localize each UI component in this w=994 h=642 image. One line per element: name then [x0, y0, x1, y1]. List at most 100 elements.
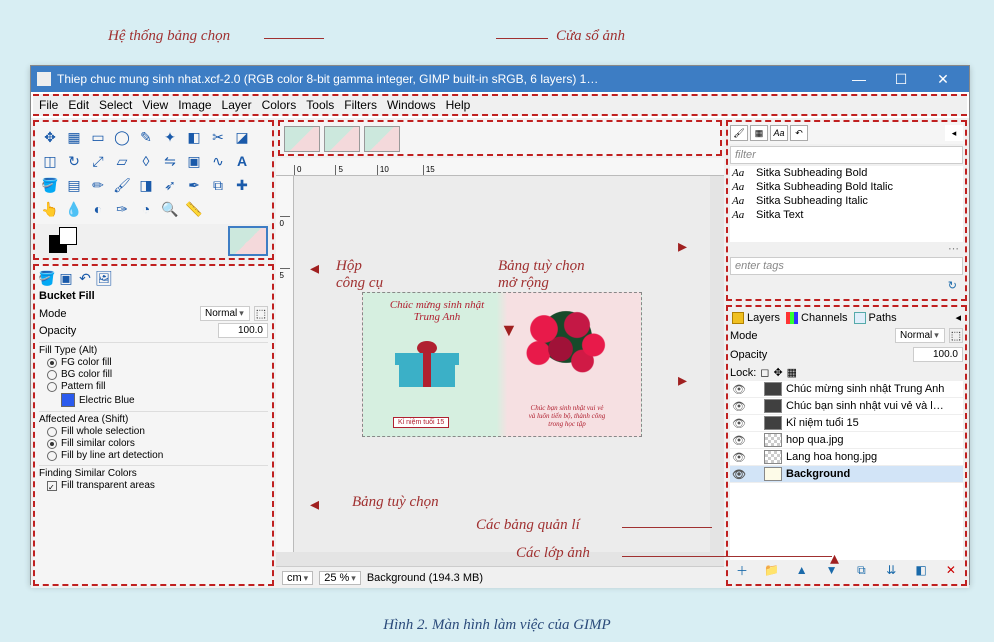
layer-mode-select[interactable]: Normal	[895, 328, 945, 343]
font-more-icon[interactable]: ⋯	[728, 242, 965, 255]
eye-icon[interactable]: 👁	[732, 383, 744, 396]
font-item[interactable]: AaSitka Subheading Italic	[730, 194, 963, 208]
fg-color-swatch[interactable]	[59, 227, 77, 245]
bucket-fill-tool-icon[interactable]: 🪣	[39, 174, 61, 196]
fuzzy-select-tool-icon[interactable]: ✦	[159, 126, 181, 148]
rotate-tool-icon[interactable]: ↻	[63, 150, 85, 172]
duplicate-layer-icon[interactable]: ⧉	[853, 562, 869, 578]
text-tool-icon[interactable]: A	[231, 150, 253, 172]
refresh-icon[interactable]: ↻	[948, 279, 957, 297]
shear-tool-icon[interactable]: ▱	[111, 150, 133, 172]
layers-tab[interactable]: Layers	[732, 311, 780, 324]
menu-layer[interactable]: Layer	[222, 98, 252, 112]
move-tool-icon[interactable]: ✥	[39, 126, 61, 148]
close-button[interactable]: ✕	[923, 68, 963, 90]
ellipse-select-tool-icon[interactable]: ◯	[111, 126, 133, 148]
font-list[interactable]: AaSitka Subheading Bold AaSitka Subheadi…	[730, 166, 963, 242]
eye-icon[interactable]: 👁	[732, 468, 744, 481]
layer-row[interactable]: 👁Background	[730, 466, 963, 483]
raise-layer-icon[interactable]: ▲	[794, 562, 810, 578]
new-layer-icon[interactable]: ＋	[734, 562, 750, 578]
mask-layer-icon[interactable]: ◧	[913, 562, 929, 578]
zoom-tool-icon[interactable]: 🔍	[159, 198, 181, 220]
lock-alpha-icon[interactable]: ▦	[787, 366, 797, 379]
free-select-tool-icon[interactable]: ✎	[135, 126, 157, 148]
scissors-tool-icon[interactable]: ✂	[207, 126, 229, 148]
warp-tool-icon[interactable]: ∿	[207, 150, 229, 172]
font-item[interactable]: AaSitka Subheading Bold	[730, 166, 963, 180]
eraser-tool-icon[interactable]: ◨	[135, 174, 157, 196]
layer-mode-flag-icon[interactable]: ⬚	[949, 328, 963, 343]
layer-row[interactable]: 👁Chúc bạn sinh nhật vui vẻ và l…	[730, 398, 963, 415]
align-tool-icon[interactable]: ▦	[63, 126, 85, 148]
merge-down-icon[interactable]: ⇊	[883, 562, 899, 578]
fg-bg-swatch[interactable]	[39, 225, 85, 257]
horizontal-scrollbar[interactable]	[276, 552, 724, 566]
maximize-button[interactable]: ☐	[881, 68, 921, 90]
tags-input[interactable]: enter tags	[730, 257, 963, 275]
mode-flag-icon[interactable]: ⬚	[254, 306, 268, 321]
layer-row[interactable]: 👁hop qua.jpg	[730, 432, 963, 449]
layer-row[interactable]: 👁Lang hoa hong.jpg	[730, 449, 963, 466]
device-status-tab-icon[interactable]: ▣	[58, 270, 74, 286]
measure-tool-icon[interactable]: 📏	[183, 198, 205, 220]
fill-similar-radio[interactable]: Fill similar colors	[47, 438, 268, 449]
paths-tab[interactable]: Paths	[854, 311, 897, 324]
menu-edit[interactable]: Edit	[68, 98, 89, 112]
fill-transparent-check[interactable]: Fill transparent areas	[47, 480, 268, 491]
fg-fill-radio[interactable]: FG color fill	[47, 357, 268, 368]
image-thumb[interactable]	[364, 126, 400, 152]
gradient-tool-icon[interactable]: ▤	[63, 174, 85, 196]
airbrush-tool-icon[interactable]: ➶	[159, 174, 181, 196]
font-filter-input[interactable]: filter	[730, 146, 963, 164]
dock-menu-icon[interactable]: ◂	[955, 311, 961, 324]
font-item[interactable]: AaSitka Subheading Bold Italic	[730, 180, 963, 194]
scale-tool-icon[interactable]: ⤢	[87, 150, 109, 172]
lock-pixels-icon[interactable]: ◻	[760, 366, 769, 379]
active-image-thumb[interactable]	[228, 226, 268, 256]
mode-select[interactable]: Normal	[200, 306, 250, 321]
minimize-button[interactable]: —	[839, 68, 879, 90]
menu-file[interactable]: File	[39, 98, 58, 112]
foreground-select-tool-icon[interactable]: ◪	[231, 126, 253, 148]
lock-position-icon[interactable]: ✥	[773, 366, 782, 379]
layer-row[interactable]: 👁Chúc mừng sinh nhật Trung Anh	[730, 381, 963, 398]
images-tab-icon[interactable]: 🖼	[96, 270, 112, 286]
dodge-tool-icon[interactable]: ◐	[87, 198, 109, 220]
menu-view[interactable]: View	[142, 98, 168, 112]
menu-image[interactable]: Image	[178, 98, 211, 112]
font-item[interactable]: AaSitka Text	[730, 208, 963, 222]
layer-list[interactable]: 👁Chúc mừng sinh nhật Trung Anh 👁Chúc bạn…	[730, 381, 963, 560]
color-picker-tool-icon[interactable]: ◔	[135, 198, 157, 220]
ruler-horizontal[interactable]: 0 5 10 15	[276, 158, 724, 176]
eye-icon[interactable]: 👁	[732, 434, 744, 447]
pattern-fill-radio[interactable]: Pattern fill	[47, 381, 268, 392]
patterns-tab-icon[interactable]: ▦	[750, 125, 768, 141]
perspective-tool-icon[interactable]: ◊	[135, 150, 157, 172]
undo-history-tab-icon[interactable]: ↶	[77, 270, 93, 286]
bg-fill-radio[interactable]: BG color fill	[47, 369, 268, 380]
clone-tool-icon[interactable]: ⧉	[207, 174, 229, 196]
image-thumb[interactable]	[324, 126, 360, 152]
eye-icon[interactable]: 👁	[732, 451, 744, 464]
pencil-tool-icon[interactable]: ✏	[87, 174, 109, 196]
paintbrush-tool-icon[interactable]: 🖌	[111, 174, 133, 196]
menu-windows[interactable]: Windows	[387, 98, 436, 112]
ruler-vertical[interactable]: 0 5	[276, 176, 294, 552]
bycolor-select-tool-icon[interactable]: ◧	[183, 126, 205, 148]
vertical-scrollbar[interactable]	[710, 176, 724, 552]
menu-select[interactable]: Select	[99, 98, 132, 112]
tab-menu-icon[interactable]: ◂	[945, 125, 963, 141]
layer-opacity-input[interactable]: 100.0	[913, 347, 963, 362]
brushes-tab-icon[interactable]: 🖌	[730, 125, 748, 141]
fonts-tab-icon[interactable]: Aa	[770, 125, 788, 141]
channels-tab[interactable]: Channels	[786, 311, 847, 324]
zoom-select[interactable]: 25 %	[319, 571, 361, 585]
eye-icon[interactable]: 👁	[732, 400, 744, 413]
fill-lineart-radio[interactable]: Fill by line art detection	[47, 450, 268, 461]
paths-tool-icon[interactable]: ✑	[111, 198, 133, 220]
canvas-image[interactable]: Chúc mừng sinh nhật Trung Anh Kỉ niệm tu…	[362, 292, 642, 437]
unit-select[interactable]: cm	[282, 571, 313, 585]
tool-options-tab-icon[interactable]: 🪣	[39, 270, 55, 286]
opacity-input[interactable]: 100.0	[218, 323, 268, 338]
